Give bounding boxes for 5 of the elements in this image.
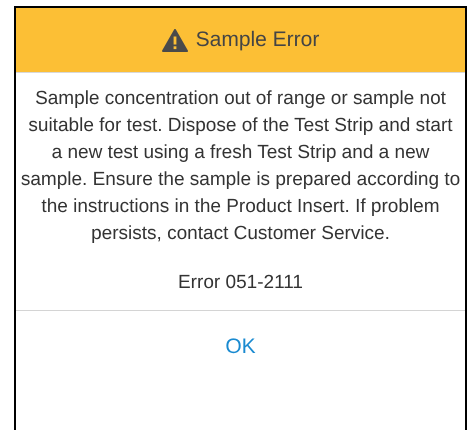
error-code: Error 051-2111 [178, 271, 303, 295]
dialog-title: Sample Error [196, 27, 320, 54]
ok-button[interactable]: OK [16, 310, 465, 382]
error-message: Sample concentration out of range or sample not suitable for test. Dispose of the Test Strip and start a new test using a fresh Test Strip and a new sample. Ensure the sample is prepared according to the instructions in the Product Insert. If problem persists, contact Customer Service. [20, 87, 460, 246]
warning-icon [162, 28, 188, 52]
